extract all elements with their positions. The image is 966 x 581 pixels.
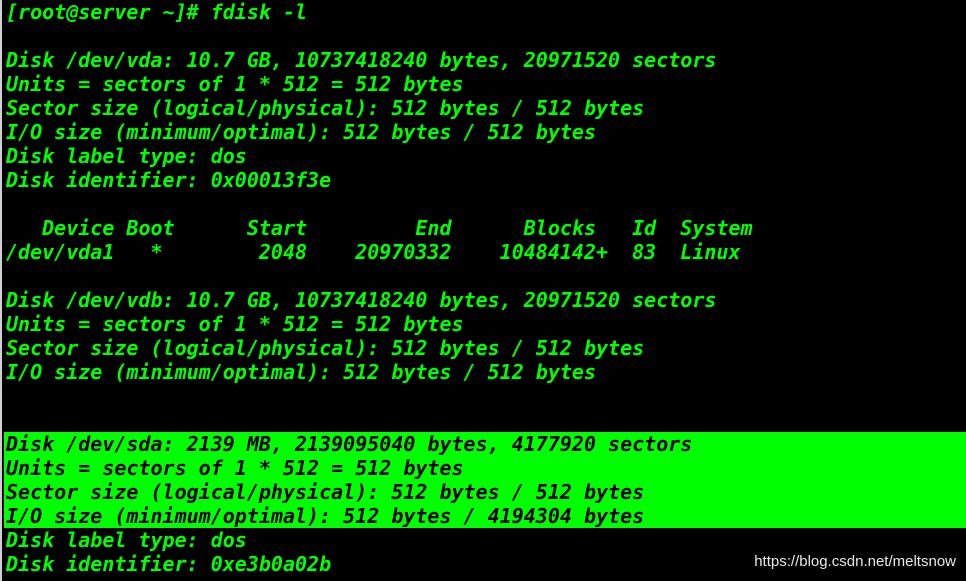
partition-table-header: Device Boot Start End Blocks Id System bbox=[6, 216, 753, 240]
partition-row-vda1: /dev/vda1 * 2048 20970332 10484142+ 83 L… bbox=[6, 240, 741, 264]
disk-vda-sector-size: Sector size (logical/physical): 512 byte… bbox=[6, 96, 645, 120]
disk-vdb-units: Units = sectors of 1 * 512 = 512 bytes bbox=[6, 312, 464, 336]
disk-sda-identifier: Disk identifier: 0xe3b0a02b bbox=[6, 552, 332, 576]
prompt-command-line: [root@server ~]# fdisk -l bbox=[6, 0, 308, 24]
disk-vda-identifier: Disk identifier: 0x00013f3e bbox=[6, 168, 332, 192]
disk-vdb-header: Disk /dev/vdb: 10.7 GB, 10737418240 byte… bbox=[6, 288, 717, 312]
disk-sda-units-selected[interactable]: Units = sectors of 1 * 512 = 512 bytes bbox=[4, 456, 966, 480]
watermark-url: https://blog.csdn.net/meltsnow bbox=[754, 553, 956, 570]
disk-sda-header-selected[interactable]: Disk /dev/sda: 2139 MB, 2139095040 bytes… bbox=[4, 432, 966, 456]
disk-sda-label-type: Disk label type: dos bbox=[6, 528, 247, 552]
disk-sda-sector-size-selected[interactable]: Sector size (logical/physical): 512 byte… bbox=[4, 480, 966, 504]
disk-vda-units: Units = sectors of 1 * 512 = 512 bytes bbox=[6, 72, 464, 96]
disk-vda-io-size: I/O size (minimum/optimal): 512 bytes / … bbox=[6, 120, 597, 144]
disk-vdb-sector-size: Sector size (logical/physical): 512 byte… bbox=[6, 336, 645, 360]
terminal-window[interactable]: [root@server ~]# fdisk -l Disk /dev/vda:… bbox=[0, 0, 966, 581]
disk-vda-label-type: Disk label type: dos bbox=[6, 144, 247, 168]
disk-vda-header: Disk /dev/vda: 10.7 GB, 10737418240 byte… bbox=[6, 48, 717, 72]
disk-vdb-io-size: I/O size (minimum/optimal): 512 bytes / … bbox=[6, 360, 597, 384]
disk-sda-io-size-selected[interactable]: I/O size (minimum/optimal): 512 bytes / … bbox=[4, 504, 966, 528]
